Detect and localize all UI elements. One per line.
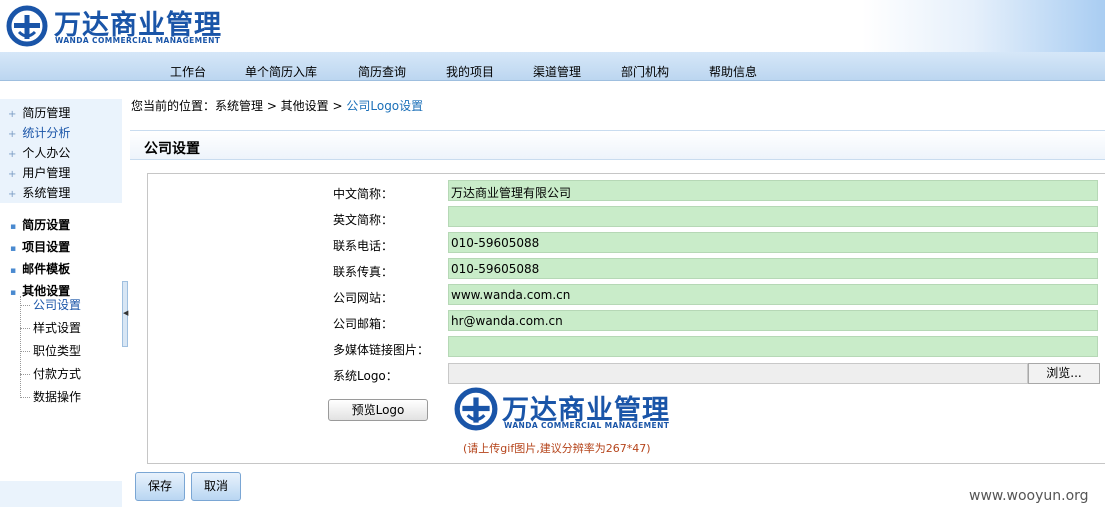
sidebar-item-label: 用户管理 xyxy=(22,166,71,180)
fax-field[interactable]: 010-59605088 xyxy=(448,258,1098,279)
sidebar-item-resume-mgmt[interactable]: + 简历管理 xyxy=(8,104,70,121)
website-label: 公司网站： xyxy=(333,291,394,305)
en-name-field[interactable] xyxy=(448,206,1098,227)
plus-icon: + xyxy=(8,109,17,120)
watermark: www.wooyun.org xyxy=(969,488,1089,504)
tree-item-label: 样式设置 xyxy=(33,321,82,335)
website-field[interactable]: www.wanda.com.cn xyxy=(448,284,1098,305)
phone-label: 联系电话： xyxy=(333,239,394,253)
tree-branch xyxy=(20,374,30,375)
logo-preview-en: WANDA COMMERCIAL MANAGEMENT xyxy=(504,421,670,430)
browse-button[interactable]: 浏览... xyxy=(1028,363,1100,384)
sidebar-collapse-handle[interactable]: ◀ xyxy=(122,281,128,347)
top-nav: 工作台 单个简历入库 简历查询 我的项目 渠道管理 部门机构 帮助信息 xyxy=(0,52,1105,81)
upload-hint: (请上传gif图片,建议分辨率为267*47) xyxy=(463,442,651,455)
tree-branch xyxy=(20,305,30,306)
sidebar-item-label: 统计分析 xyxy=(22,126,71,140)
system-logo-label: 系统Logo： xyxy=(333,369,398,383)
nav-my-projects[interactable]: 我的项目 xyxy=(446,63,494,80)
en-name-label: 英文简称： xyxy=(333,213,394,227)
sidebar-group-label: 邮件模板 xyxy=(22,262,71,276)
logo-preview-icon xyxy=(454,387,498,431)
tree-branch xyxy=(20,328,30,329)
sidebar-item-user-mgmt[interactable]: + 用户管理 xyxy=(8,164,70,181)
sidebar-item-label: 简历管理 xyxy=(22,106,71,120)
tree-item-company-settings[interactable]: 公司设置 xyxy=(20,296,81,313)
sidebar-item-statistics[interactable]: + 统计分析 xyxy=(8,124,70,141)
left-sidebar: + 简历管理 + 统计分析 + 个人办公 + 用户管理 + 系统管理 ▪ 简历设置 ▪ 项目设… xyxy=(0,81,122,507)
cancel-button[interactable]: 取消 xyxy=(191,472,241,501)
phone-field[interactable]: 010-59605088 xyxy=(448,232,1098,253)
tree-item-label: 公司设置 xyxy=(33,298,82,312)
sidebar-group-project-settings[interactable]: ▪ 项目设置 xyxy=(10,238,70,255)
tree-item-label: 职位类型 xyxy=(33,344,82,358)
folder-icon: ▪ xyxy=(10,244,17,254)
preview-logo-button[interactable]: 预览Logo xyxy=(328,399,428,421)
sidebar-footer xyxy=(0,481,122,507)
breadcrumb-current[interactable]: 公司Logo设置 xyxy=(346,99,423,113)
media-image-label: 多媒体链接图片： xyxy=(333,343,430,357)
wanda-logo-icon xyxy=(6,5,48,47)
folder-icon: ▪ xyxy=(10,266,17,276)
nav-channel-mgmt[interactable]: 渠道管理 xyxy=(533,63,581,80)
cn-name-field[interactable]: 万达商业管理有限公司 xyxy=(448,180,1098,201)
plus-icon: + xyxy=(8,189,17,200)
plus-icon: + xyxy=(8,129,17,140)
sidebar-item-system-mgmt[interactable]: + 系统管理 xyxy=(8,184,70,201)
logo-file-input[interactable] xyxy=(448,363,1028,384)
nav-departments[interactable]: 部门机构 xyxy=(621,63,669,80)
sidebar-group-label: 简历设置 xyxy=(22,218,71,232)
plus-icon: + xyxy=(8,149,17,160)
company-settings-form: 中文简称： 万达商业管理有限公司 英文简称： 联系电话： 010-5960508… xyxy=(147,173,1105,464)
panel-title: 公司设置 xyxy=(144,141,200,157)
sidebar-group-label: 项目设置 xyxy=(22,240,71,254)
plus-icon: + xyxy=(8,169,17,180)
panel-header: 公司设置 xyxy=(130,130,1105,160)
nav-single-resume[interactable]: 单个简历入库 xyxy=(245,63,317,80)
tree-item-style-settings[interactable]: 样式设置 xyxy=(20,319,81,336)
tree-branch xyxy=(20,397,30,398)
sidebar-item-personal-office[interactable]: + 个人办公 xyxy=(8,144,70,161)
sidebar-item-label: 系统管理 xyxy=(22,186,71,200)
cn-name-label: 中文简称： xyxy=(333,187,394,201)
folder-open-icon: ▪ xyxy=(10,288,17,298)
breadcrumb: 您当前的位置：系统管理 > 其他设置 > 公司Logo设置 xyxy=(131,97,423,114)
email-label: 公司邮箱： xyxy=(333,317,394,331)
tree-branch xyxy=(20,351,30,352)
tree-item-payment-methods[interactable]: 付款方式 xyxy=(20,365,81,382)
app-header: 万达商业管理 WANDA COMMERCIAL MANAGEMENT xyxy=(0,0,1105,52)
tree-item-position-types[interactable]: 职位类型 xyxy=(20,342,81,359)
sidebar-group-resume-settings[interactable]: ▪ 简历设置 xyxy=(10,216,70,233)
breadcrumb-path: 您当前的位置：系统管理 > 其他设置 > xyxy=(131,99,347,113)
sidebar-item-label: 个人办公 xyxy=(22,146,71,160)
sidebar-group-mail-templates[interactable]: ▪ 邮件模板 xyxy=(10,260,70,277)
folder-icon: ▪ xyxy=(10,222,17,232)
nav-help[interactable]: 帮助信息 xyxy=(709,63,757,80)
chevron-left-icon: ◀ xyxy=(123,309,129,317)
nav-resume-query[interactable]: 简历查询 xyxy=(358,63,406,80)
save-button[interactable]: 保存 xyxy=(135,472,185,501)
tree-item-data-operations[interactable]: 数据操作 xyxy=(20,388,81,405)
email-field[interactable]: hr@wanda.com.cn xyxy=(448,310,1098,331)
media-image-field[interactable] xyxy=(448,336,1098,357)
nav-workbench[interactable]: 工作台 xyxy=(170,63,206,80)
fax-label: 联系传真： xyxy=(333,265,394,279)
tree-item-label: 付款方式 xyxy=(33,367,82,381)
logo-en-text: WANDA COMMERCIAL MANAGEMENT xyxy=(55,36,221,45)
tree-item-label: 数据操作 xyxy=(33,390,82,404)
